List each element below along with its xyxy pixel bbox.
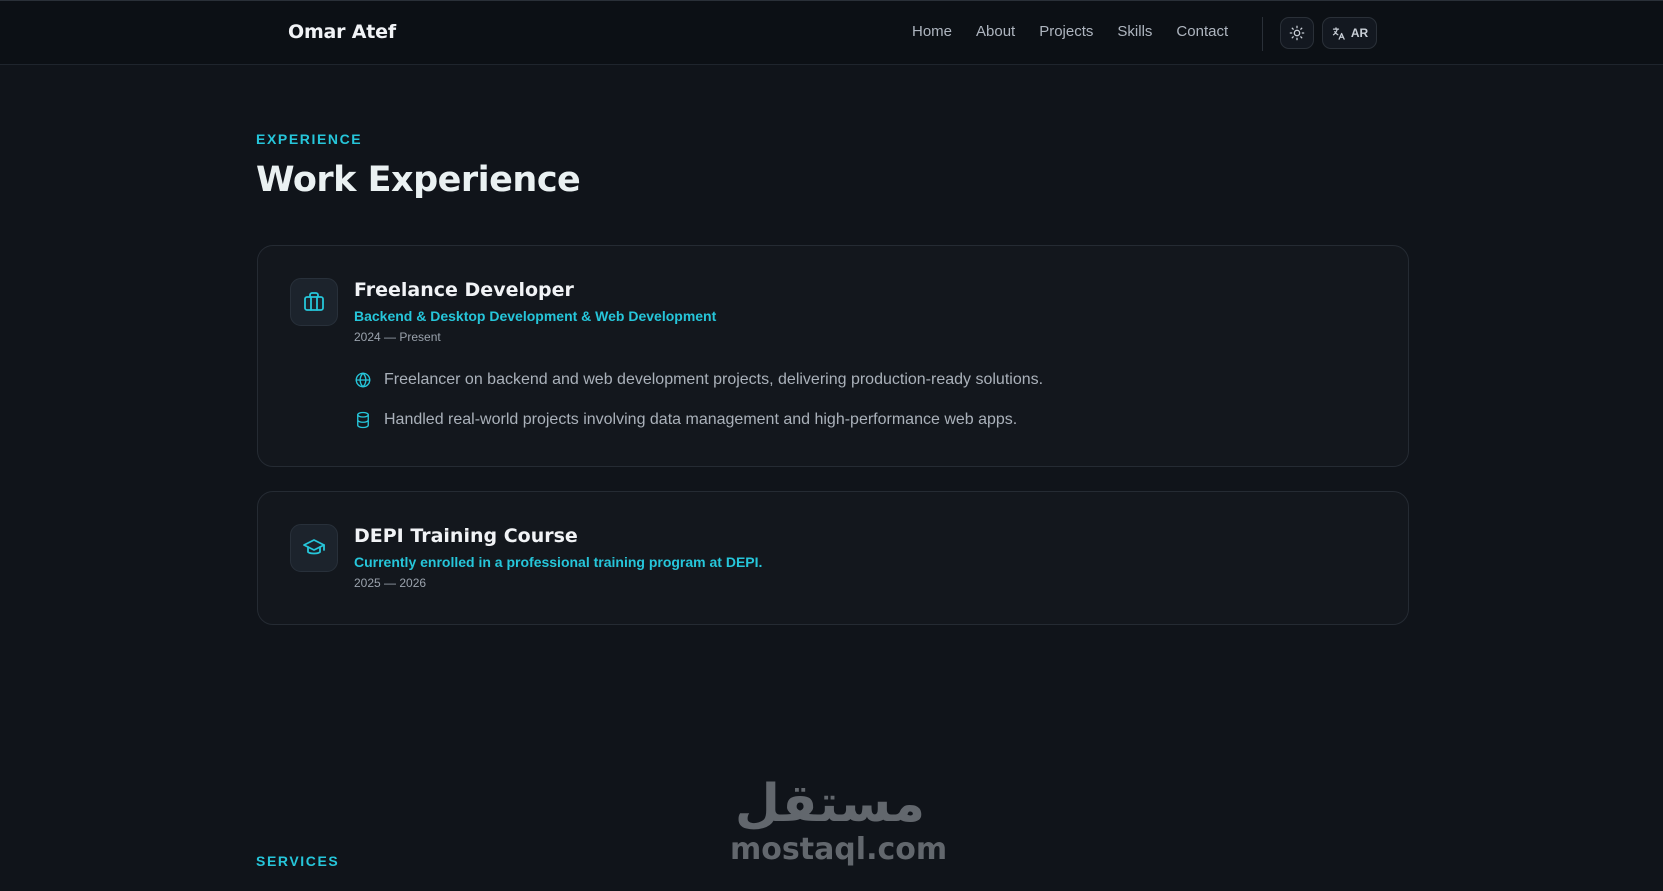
globe-icon [355, 372, 371, 388]
sun-icon [1289, 25, 1305, 41]
nav-link-projects[interactable]: Projects [1039, 23, 1093, 40]
card-dates: 2025 — 2026 [354, 576, 427, 590]
bullet-text: Freelancer on backend and web developmen… [384, 371, 1044, 388]
language-label: AR [1350, 26, 1369, 40]
card-subtitle: Currently enrolled in a professional tra… [354, 554, 763, 570]
nav-link-home[interactable]: Home [912, 23, 952, 40]
brand-logo[interactable]: Omar Atef [288, 21, 396, 43]
card-title: Freelance Developer [354, 279, 574, 301]
card-title: DEPI Training Course [354, 525, 578, 547]
nav-link-contact[interactable]: Contact [1176, 23, 1228, 40]
briefcase-icon [304, 292, 324, 311]
graduation-cap-icon [303, 539, 325, 555]
translate-icon [1332, 26, 1345, 40]
card-icon-box [290, 524, 338, 572]
watermark-arabic: مستقل [734, 774, 926, 834]
language-toggle-button[interactable]: AR [1322, 17, 1377, 49]
nav-divider [1262, 17, 1263, 51]
watermark-logo: مستقل mostaql.com [730, 774, 948, 867]
database-icon [357, 411, 369, 429]
navbar: Omar Atef Home About Projects Skills Con… [0, 0, 1663, 65]
watermark-latin: mostaql.com [730, 832, 948, 867]
bullet-item: Handled real-world projects involving da… [354, 411, 1017, 429]
nav-link-about[interactable]: About [976, 23, 1015, 40]
theme-toggle-button[interactable] [1280, 17, 1314, 49]
card-icon-box [290, 278, 338, 326]
nav-links: Home About Projects Skills Contact [912, 23, 1252, 40]
bullet-item: Freelancer on backend and web developmen… [354, 371, 1043, 389]
bullet-text: Handled real-world projects involving da… [384, 411, 1018, 428]
experience-section-label: EXPERIENCE [256, 131, 363, 147]
nav-link-skills[interactable]: Skills [1117, 23, 1152, 40]
experience-card-freelance: Freelance Developer Backend & Desktop De… [257, 245, 1409, 467]
experience-card-depi: DEPI Training Course Currently enrolled … [257, 491, 1409, 625]
card-subtitle: Backend & Desktop Development & Web Deve… [354, 308, 717, 324]
services-section-label: SERVICES [256, 853, 340, 869]
card-dates: 2024 — Present [354, 330, 441, 344]
page-title: Work Experience [256, 160, 581, 200]
